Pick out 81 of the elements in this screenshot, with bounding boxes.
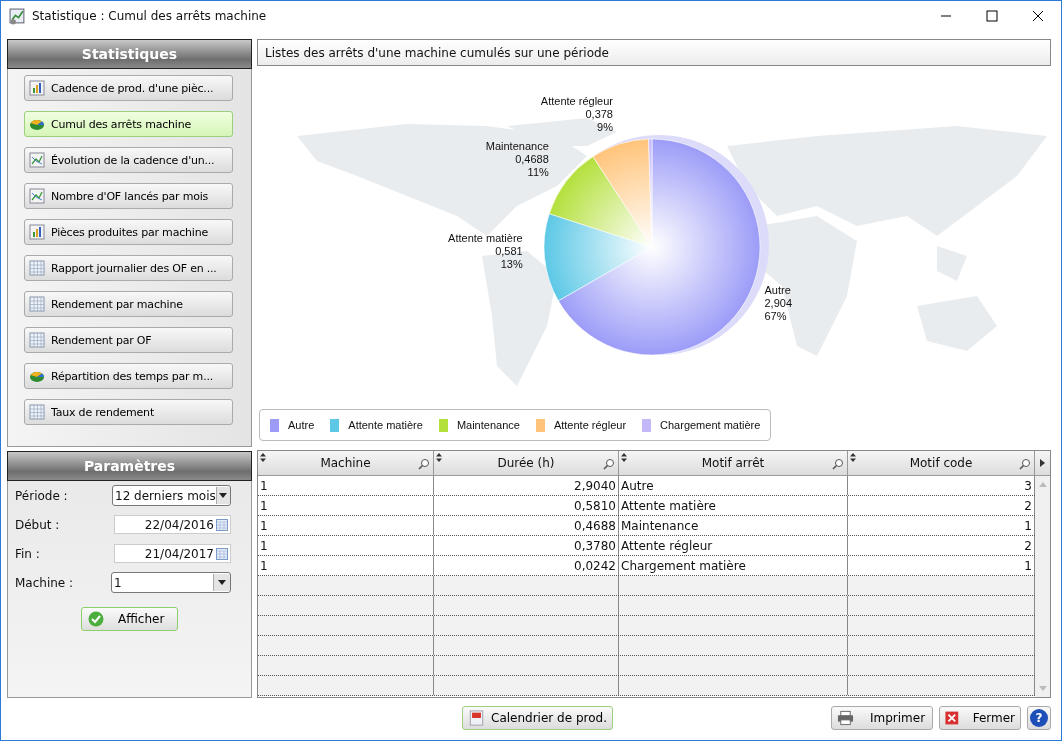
column-header[interactable]: Durée (h) (434, 451, 619, 475)
table-cell: 1 (258, 496, 434, 515)
table-cell: 0,4688 (434, 516, 619, 535)
panel-header: Paramètres (7, 451, 252, 481)
printer-icon (837, 710, 854, 726)
panel-header: Statistiques (7, 39, 252, 69)
table-icon (29, 404, 45, 420)
slice-label: Autre 2,904 67% (764, 284, 793, 323)
table-cell: 2,9040 (434, 476, 619, 495)
field-label: Période : (15, 488, 68, 503)
report-button[interactable]: Rapport journalier des OF en ... (24, 255, 233, 281)
column-header[interactable]: Motif code (848, 451, 1035, 475)
report-button[interactable]: Répartition des temps par m... (24, 363, 233, 389)
table-cell: Attente régleur (619, 536, 848, 555)
caret-icon (218, 580, 226, 585)
legend-label: Attente matière (348, 419, 423, 431)
table-cell: 1 (258, 476, 434, 495)
print-button[interactable]: Imprimer (831, 706, 933, 730)
report-button[interactable]: Rendement par machine (24, 291, 233, 317)
line-chart-icon (29, 152, 45, 168)
date-field[interactable]: 21/04/2017 (114, 544, 231, 563)
legend-label: Maintenance (456, 419, 520, 431)
legend-label: Attente régleur (553, 419, 627, 431)
help-button[interactable]: ? (1027, 706, 1051, 730)
cancel-icon (945, 710, 959, 726)
sort-icon[interactable] (621, 453, 627, 462)
table-cell: 1 (258, 516, 434, 535)
report-button[interactable]: Rendement par OF (24, 327, 233, 353)
table-icon (29, 332, 45, 348)
field-label: Début : (15, 517, 60, 532)
table-cell: Attente matière (619, 496, 848, 515)
calendar-icon (468, 710, 485, 726)
column-header[interactable]: Motif arrêt (619, 451, 848, 475)
table-cell: 0,5810 (434, 496, 619, 515)
dropdown-field[interactable]: 12 derniers mois (112, 485, 231, 506)
caret-icon (219, 493, 228, 498)
table-cell: Chargement matière (619, 556, 848, 575)
search-icon[interactable] (603, 458, 615, 470)
report-button[interactable]: Pièces produites par machine (24, 219, 233, 245)
table-cell: 1 (258, 536, 434, 555)
sort-icon[interactable] (850, 453, 856, 462)
report-button[interactable]: Cadence de prod. d'une pièc... (24, 75, 233, 101)
line-chart-icon (29, 188, 45, 204)
sort-icon[interactable] (260, 453, 266, 462)
window-title: Statistique : Cumul des arrêts machine (32, 9, 267, 23)
report-button[interactable]: Évolution de la cadence d'un... (24, 147, 233, 173)
search-icon[interactable] (418, 458, 430, 470)
sort-icon[interactable] (436, 453, 442, 462)
search-icon[interactable] (832, 458, 844, 470)
table-cell: 0,3780 (434, 536, 619, 555)
table-icon (29, 260, 45, 276)
table-icon (29, 296, 45, 312)
legend-label: Autre (288, 419, 315, 431)
report-button[interactable]: Nombre d'OF lancés par mois (24, 183, 233, 209)
column-chooser-icon[interactable] (1040, 459, 1045, 467)
checkmark-icon (88, 611, 104, 627)
slice-label: Maintenance 0,4688 11% (485, 139, 549, 178)
close-button[interactable]: Fermer (939, 706, 1021, 730)
column-header[interactable]: Machine (258, 451, 434, 475)
table-cell: Autre (619, 476, 848, 495)
field-label: Machine : (15, 575, 74, 590)
slice-label: Attente matière 0,581 13% (448, 232, 523, 271)
report-button[interactable]: Cumul des arrêts machine (24, 111, 233, 137)
calendar-icon (216, 547, 228, 560)
report-title: Listes des arrêts d'une machine cumulés sur une période (257, 39, 1051, 66)
calendar-icon (216, 518, 228, 531)
legend-label: Chargement matière (660, 419, 761, 431)
field-label: Fin : (15, 546, 40, 561)
show-button[interactable]: Afficher (81, 607, 178, 631)
dropdown-field[interactable]: 1 (111, 572, 231, 593)
bar-chart-icon (29, 80, 45, 96)
app-icon (9, 7, 26, 25)
date-field[interactable]: 22/04/2016 (114, 515, 231, 534)
table-cell: Maintenance (619, 516, 848, 535)
bar-chart-icon (29, 224, 45, 240)
table-cell: 1 (258, 556, 434, 575)
calendar-button[interactable]: Calendrier de prod. (462, 706, 613, 730)
search-icon[interactable] (1019, 458, 1031, 470)
slice-label: Attente régleur 0,378 9% (540, 95, 613, 133)
report-button[interactable]: Taux de rendement (24, 399, 233, 425)
table-cell: 0,0242 (434, 556, 619, 575)
